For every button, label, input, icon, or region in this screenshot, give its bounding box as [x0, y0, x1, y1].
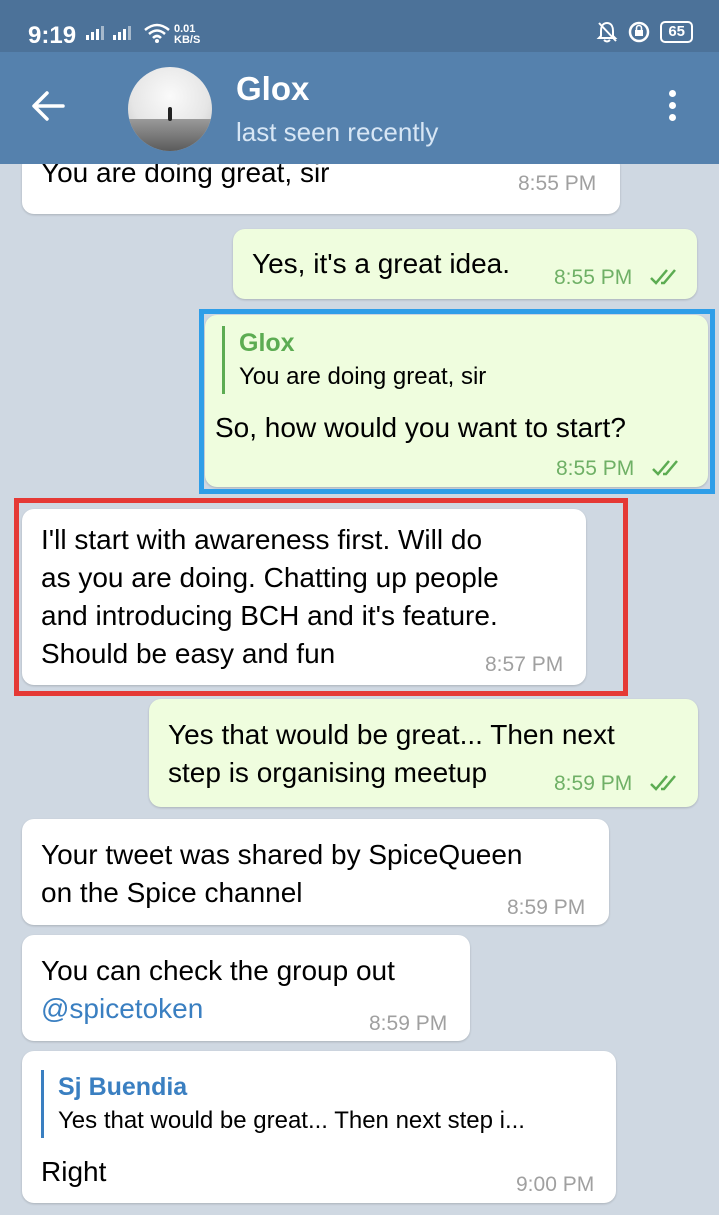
message-text: You can check the group out @spicetoken [41, 952, 395, 1028]
message-bubble-incoming[interactable]: You can check the group out @spicetoken … [22, 935, 470, 1041]
double-check-icon [650, 269, 676, 285]
last-seen-status: last seen recently [236, 117, 439, 147]
message-text: Yes that would be great... Then next ste… [168, 716, 615, 792]
username-link[interactable]: @spicetoken [41, 990, 395, 1028]
message-line: You can check the group out [41, 955, 395, 986]
more-options-button[interactable] [662, 90, 682, 130]
message-time: 8:55 PM [554, 266, 633, 289]
highlight-box-red [14, 498, 628, 696]
more-vertical-icon [662, 90, 682, 121]
mute-bell-icon [596, 21, 618, 43]
status-time: 9:19 [28, 22, 77, 49]
message-time: 8:59 PM [369, 1012, 448, 1035]
contact-name[interactable]: Glox [236, 70, 309, 108]
data-saver-icon [629, 21, 650, 43]
chat-header: Glox last seen recently [0, 52, 719, 164]
reply-quote-name: Sj Buendia [58, 1073, 188, 1101]
message-text: Your tweet was shared by SpiceQueen on t… [41, 836, 522, 912]
message-time: 9:00 PM [516, 1173, 595, 1196]
message-text: Right [41, 1156, 107, 1187]
signal-icon [86, 26, 104, 40]
battery-icon: 65 [660, 21, 693, 43]
reply-quote[interactable]: Sj Buendia Yes that would be great... Th… [41, 1070, 525, 1138]
reply-quote-text: Yes that would be great... Then next ste… [58, 1107, 525, 1134]
message-line: Your tweet was shared by SpiceQueen [41, 839, 523, 870]
message-bubble-outgoing[interactable]: Yes, it's a great idea. 8:55 PM [233, 229, 697, 299]
message-bubble-incoming-reply[interactable]: Sj Buendia Yes that would be great... Th… [22, 1051, 616, 1203]
message-text: Yes, it's a great idea. [252, 248, 511, 279]
message-bubble-outgoing[interactable]: Yes that would be great... Then next ste… [149, 699, 698, 807]
message-bubble-incoming[interactable]: Your tweet was shared by SpiceQueen on t… [22, 819, 609, 925]
avatar[interactable] [128, 67, 212, 151]
message-time: 8:59 PM [507, 896, 586, 919]
back-button[interactable] [30, 88, 80, 128]
message-time: 8:59 PM [554, 772, 633, 795]
message-line: Yes that would be great... Then next [168, 719, 615, 750]
double-check-icon [650, 775, 676, 791]
message-line: on the Spice channel [41, 877, 303, 908]
message-line: step is organising meetup [168, 757, 488, 788]
highlight-box-blue [199, 309, 715, 494]
message-text: You are doing great, sir [41, 164, 330, 188]
signal-icon [113, 26, 131, 40]
back-arrow-icon [32, 91, 65, 121]
message-bubble-incoming[interactable]: You are doing great, sir 8:55 PM [22, 164, 620, 214]
message-time: 8:55 PM [518, 172, 597, 195]
net-speed: 0.01 KB/S [174, 24, 200, 46]
net-speed-unit: KB/S [174, 34, 201, 46]
wifi-icon [144, 23, 170, 43]
status-bar: 9:19 0.01 KB/S 65 [0, 0, 719, 52]
